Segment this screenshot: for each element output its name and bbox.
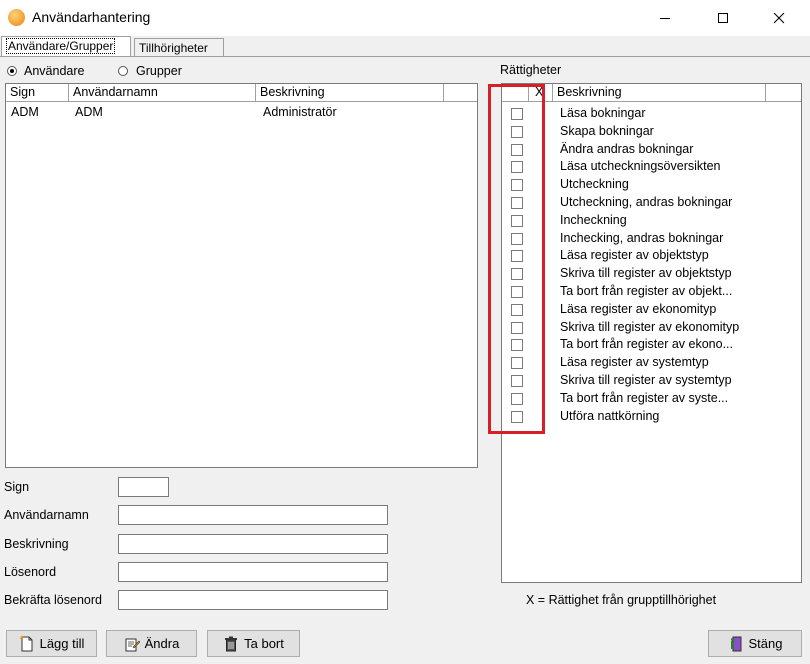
list-item[interactable]: Ta bort från register av ekono... <box>502 336 801 354</box>
list-item[interactable]: Läsa utcheckningsöversikten <box>502 158 801 176</box>
maximize-button[interactable] <box>700 0 746 36</box>
list-item[interactable]: Skriva till register av ekonomityp <box>502 319 801 337</box>
password-field[interactable] <box>118 562 388 582</box>
cell-sign: ADM <box>11 105 39 119</box>
list-item[interactable]: Incheckning <box>502 212 801 230</box>
right-label: Läsa bokningar <box>560 106 646 120</box>
tab-users-groups[interactable]: Användare/Grupper <box>1 36 131 56</box>
col-header-blank <box>444 84 477 102</box>
cell-description: Administratör <box>263 105 337 119</box>
tab-label: Tillhörigheter <box>139 41 208 55</box>
right-label: Utcheckning <box>560 177 629 192</box>
close-window-button-label: Stäng <box>748 636 783 651</box>
username-field[interactable] <box>118 505 388 525</box>
new-document-icon <box>19 635 33 651</box>
app-icon <box>8 9 25 26</box>
confirm-password-field[interactable] <box>118 590 388 610</box>
right-label: Utföra nattkörning <box>560 408 660 423</box>
rights-list[interactable]: X Beskrivning Läsa bokningar Skapa boknin… <box>501 83 802 583</box>
table-row[interactable]: ADM ADM Administratör <box>6 104 477 121</box>
users-list[interactable]: Sign Användarnamn Beskrivning ADM ADM Ad… <box>5 83 478 468</box>
tab-memberships[interactable]: Tillhörigheter <box>134 38 224 56</box>
list-item[interactable]: Läsa register av systemtyp <box>502 354 801 372</box>
password-label: Lösenord <box>4 565 57 579</box>
list-item[interactable]: Ta bort från register av syste... <box>502 390 801 408</box>
sign-field[interactable] <box>118 477 169 497</box>
close-icon <box>773 12 785 24</box>
exit-door-icon <box>730 636 741 651</box>
sign-label: Sign <box>4 480 30 494</box>
list-item[interactable]: Utcheckning, andras bokningar <box>502 194 801 212</box>
window-title: Användarhantering <box>32 9 151 25</box>
list-item[interactable]: Inchecking, andras bokningar <box>502 230 801 248</box>
delete-button-label: Ta bort <box>244 636 284 651</box>
right-label: Skriva till register av objektstyp <box>560 266 732 281</box>
description-field[interactable] <box>118 534 388 554</box>
list-item[interactable]: Utcheckning <box>502 176 801 194</box>
right-label: Läsa register av objektstyp <box>560 248 709 263</box>
right-label: Ta bort från register av objekt... <box>560 284 733 298</box>
highlight-box <box>488 84 545 434</box>
close-button[interactable] <box>756 0 802 36</box>
edit-document-icon <box>125 638 140 651</box>
right-label: Inchecking, andras bokningar <box>560 230 724 245</box>
col-header-description[interactable]: Beskrivning <box>256 84 444 102</box>
list-item[interactable]: Utföra nattkörning <box>502 408 801 426</box>
list-item[interactable]: Läsa register av objektstyp <box>502 247 801 265</box>
rights-title: Rättigheter <box>500 63 562 77</box>
col-header-blank <box>766 84 801 102</box>
right-label: Skapa bokningar <box>560 123 654 138</box>
right-label: Läsa utcheckningsöversikten <box>560 159 721 174</box>
right-label: Skriva till register av systemtyp <box>560 373 732 387</box>
radio-groups[interactable] <box>118 66 128 76</box>
col-header-sign[interactable]: Sign <box>6 84 69 102</box>
cell-username: ADM <box>75 105 103 119</box>
rights-legend: X = Rättighet från grupptillhörighet <box>526 593 717 607</box>
tab-label: Användare/Grupper <box>6 38 116 54</box>
edit-button[interactable]: Ändra <box>106 630 197 657</box>
close-window-button[interactable]: Stäng <box>708 630 802 657</box>
right-label: Utcheckning, andras bokningar <box>560 195 733 209</box>
list-item[interactable]: Ta bort från register av objekt... <box>502 283 801 301</box>
right-label: Läsa register av systemtyp <box>560 355 709 370</box>
right-label: Läsa register av ekonomityp <box>560 301 717 316</box>
right-label: Incheckning <box>560 212 627 227</box>
add-button[interactable]: Lägg till <box>6 630 97 657</box>
edit-button-label: Ändra <box>144 636 180 651</box>
minimize-icon <box>660 18 670 19</box>
radio-groups-label: Grupper <box>136 64 182 78</box>
delete-button[interactable]: Ta bort <box>207 630 300 657</box>
list-item[interactable]: Skriva till register av objektstyp <box>502 265 801 283</box>
radio-users[interactable] <box>7 66 17 76</box>
description-label: Beskrivning <box>4 537 69 551</box>
right-label: Ändra andras bokningar <box>560 141 694 156</box>
list-item[interactable]: Skapa bokningar <box>502 123 801 141</box>
right-label: Ta bort från register av ekono... <box>560 337 734 352</box>
maximize-icon <box>718 13 728 23</box>
rights-rows: Läsa bokningar Skapa bokningar Ändra andra… <box>502 105 801 435</box>
list-item[interactable]: Läsa register av ekonomityp <box>502 301 801 319</box>
add-button-label: Lägg till <box>39 636 85 651</box>
col-header-rights-description[interactable]: Beskrivning <box>553 84 766 102</box>
right-label: Skriva till register av ekonomityp <box>560 319 740 334</box>
list-item[interactable]: Läsa bokningar <box>502 105 801 123</box>
username-label: Användarnamn <box>4 508 89 522</box>
tab-divider <box>0 56 810 57</box>
col-header-username[interactable]: Användarnamn <box>69 84 256 102</box>
list-item[interactable]: Skriva till register av systemtyp <box>502 372 801 390</box>
trash-icon <box>225 636 238 651</box>
right-label: Ta bort från register av syste... <box>560 390 729 405</box>
list-item[interactable]: Ändra andras bokningar <box>502 141 801 159</box>
radio-users-label: Användare <box>24 64 85 78</box>
minimize-button[interactable] <box>642 0 688 36</box>
confirm-password-label: Bekräfta lösenord <box>4 593 102 607</box>
title-bar: Användarhantering <box>0 0 810 36</box>
